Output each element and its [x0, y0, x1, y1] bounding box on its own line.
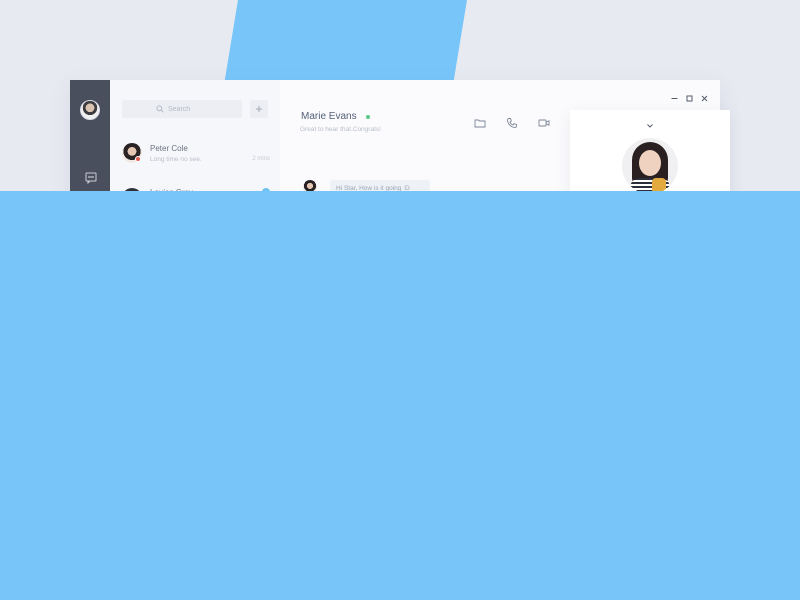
chat-bubble-icon[interactable] [85, 171, 97, 185]
contact-name: Peter Cole [150, 144, 188, 153]
chevron-down-icon[interactable] [646, 116, 654, 128]
chat-status: Great to hear that.Congrats! [300, 126, 381, 133]
search-input[interactable] [168, 105, 208, 113]
profile-photo [622, 138, 678, 194]
contact-avatar [122, 143, 142, 163]
minimize-icon[interactable] [670, 90, 679, 99]
status-dot [135, 156, 141, 162]
folder-icon[interactable] [474, 116, 486, 128]
user-avatar[interactable] [80, 100, 100, 120]
search-icon [156, 105, 164, 113]
phone-icon[interactable] [506, 116, 518, 128]
message-preview: Long time no see. [150, 156, 202, 163]
bottom-color-band [0, 191, 800, 600]
video-camera-icon[interactable] [538, 116, 550, 128]
chat-contact-name: Marie Evans [301, 111, 357, 122]
close-icon[interactable] [700, 90, 709, 102]
conversation-item-peter-cole[interactable]: Peter Cole Long time no see. 2 mins [122, 143, 270, 165]
message-time: 2 mins [252, 156, 270, 162]
maximize-icon[interactable] [685, 90, 694, 102]
add-conversation-button[interactable]: + [250, 100, 268, 118]
search-box[interactable] [122, 100, 242, 118]
online-indicator [366, 115, 370, 119]
